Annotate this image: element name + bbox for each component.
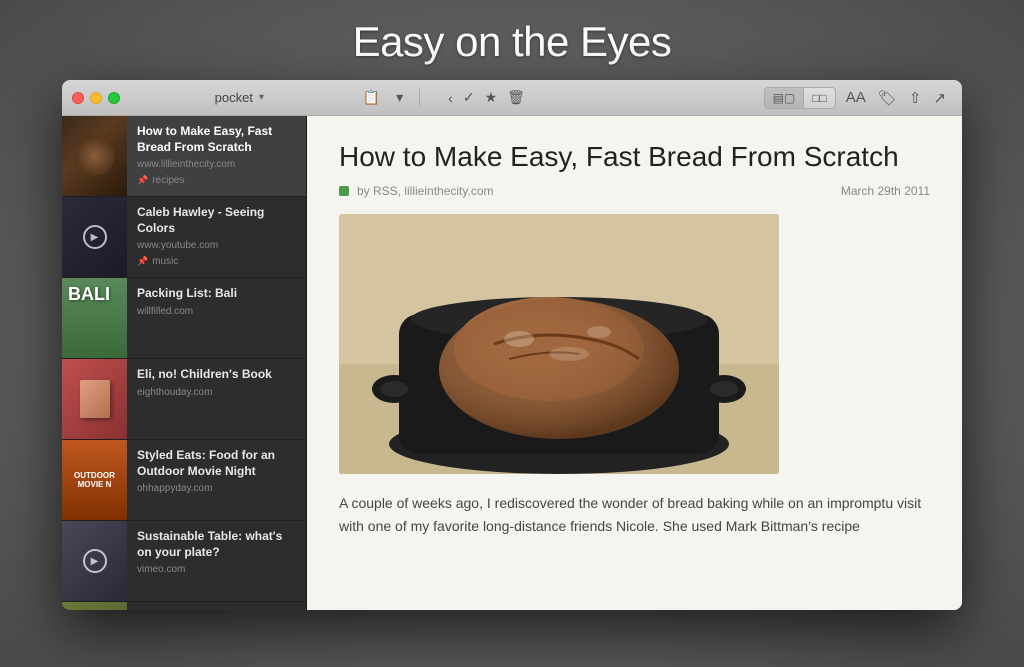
sidebar-item-url: www.youtube.com [137, 240, 296, 251]
thumb-chicken [62, 602, 127, 610]
app-name-label: pocket [215, 90, 253, 105]
title-bar-center: pocket ▾ [128, 90, 351, 105]
article-title: How to Make Easy, Fast Bread From Scratc… [339, 140, 930, 174]
app-dropdown-arrow[interactable]: ▾ [259, 92, 264, 103]
play-icon: ▶ [83, 225, 107, 249]
sidebar-item-info: Styled Eats: Food for an Outdoor Movie N… [127, 440, 306, 520]
sidebar-item-url: eighthouday.com [137, 387, 296, 398]
check-nav-btn[interactable]: ✓ [463, 89, 475, 106]
list-item[interactable]: Eli, no! Children's Book eighthouday.com [62, 359, 306, 440]
play-icon-2: ▶ [83, 549, 107, 573]
app-body: How to Make Easy, Fast Bread From Scratc… [62, 116, 962, 610]
nav-buttons: ‹ ✓ ★ 🗑 [448, 89, 525, 106]
maximize-button[interactable] [108, 92, 120, 104]
sidebar-item-tag: 📌 music [137, 256, 296, 267]
list-item[interactable]: How to Make Easy, Fast Bread From Scratc… [62, 116, 306, 197]
right-toolbar: ▤▢ □□ AA 🏷 ⇧ ↗ [764, 87, 948, 109]
traffic-lights [72, 92, 120, 104]
close-button[interactable] [72, 92, 84, 104]
bali-label: BALI [68, 284, 110, 305]
tag-icon: 📌 [137, 256, 148, 267]
sidebar-item-info: Caleb Hawley - Seeing Colors www.youtube… [127, 197, 306, 277]
list-item[interactable]: BALI Packing List: Bali willfilled.com [62, 278, 306, 359]
thumb-video2: ▶ [62, 521, 127, 601]
sidebar-item-title: Sustainable Table: what's on your plate? [137, 529, 296, 560]
minimize-button[interactable] [90, 92, 102, 104]
sidebar-item-url: ohhappyday.com [137, 483, 296, 494]
separator-1 [419, 89, 420, 107]
sidebar: How to Make Easy, Fast Bread From Scratc… [62, 116, 307, 610]
sidebar-item-title: Packing List: Bali [137, 286, 296, 302]
title-bar: pocket ▾ 📋 ▾ ‹ ✓ ★ 🗑 ▤▢ □□ AA 🏷 ⇧ ↗ [62, 80, 962, 116]
trash-nav-btn[interactable]: 🗑 [507, 89, 525, 106]
meta-indicator [339, 186, 349, 196]
view-web-btn[interactable]: □□ [804, 88, 835, 108]
sidebar-item-info: Packing List: Bali willfilled.com [127, 278, 306, 358]
article-meta: by RSS, lillieinthecity.com March 29th 2… [339, 184, 930, 198]
list-item[interactable]: The Best Roast Chicken You'll Ever Make … [62, 602, 306, 610]
back-nav-btn[interactable]: ‹ [448, 90, 453, 106]
list-item[interactable]: ▶ Caleb Hawley - Seeing Colors www.youtu… [62, 197, 306, 278]
fullscreen-btn[interactable]: ↗ [931, 87, 948, 109]
star-nav-btn[interactable]: ★ [485, 89, 498, 106]
sidebar-item-url: vimeo.com [137, 564, 296, 575]
thumb-video: ▶ [62, 197, 127, 277]
page-title: Easy on the Eyes [353, 0, 672, 80]
dropdown-icon[interactable]: ▾ [392, 87, 407, 108]
meta-by: by RSS, lillieinthecity.com [357, 184, 494, 198]
view-article-btn[interactable]: ▤▢ [765, 88, 805, 108]
tag-icon: 📌 [137, 175, 148, 186]
sidebar-item-info: Sustainable Table: what's on your plate?… [127, 521, 306, 601]
sidebar-item-tag: 📌 recipes [137, 175, 296, 186]
sidebar-item-info: Eli, no! Children's Book eighthouday.com [127, 359, 306, 439]
meta-date: March 29th 2011 [841, 184, 930, 198]
app-window: pocket ▾ 📋 ▾ ‹ ✓ ★ 🗑 ▤▢ □□ AA 🏷 ⇧ ↗ [62, 80, 962, 610]
sidebar-item-info: The Best Roast Chicken You'll Ever Make … [127, 602, 306, 610]
archive-icon[interactable]: 📋 [359, 87, 384, 108]
tag-label: music [152, 256, 178, 267]
article-image [339, 214, 779, 474]
thumb-bread [62, 116, 127, 196]
thumb-book [62, 359, 127, 439]
thumb-movie: OUTDOORMOVIE N [62, 440, 127, 520]
sidebar-item-url: www.lillieinthecity.com [137, 159, 296, 170]
list-item[interactable]: OUTDOORMOVIE N Styled Eats: Food for an … [62, 440, 306, 521]
share-btn[interactable]: ⇧ [907, 87, 924, 109]
sidebar-item-title: Styled Eats: Food for an Outdoor Movie N… [137, 448, 296, 479]
thumb-bali: BALI [62, 278, 127, 358]
tag-label: recipes [152, 175, 184, 186]
font-size-btn[interactable]: AA [844, 87, 868, 108]
sidebar-item-title: How to Make Easy, Fast Bread From Scratc… [137, 124, 296, 155]
sidebar-item-url: willfilled.com [137, 306, 296, 317]
sidebar-item-title: Eli, no! Children's Book [137, 367, 296, 383]
view-toggle: ▤▢ □□ [764, 87, 836, 109]
sidebar-item-title: Caleb Hawley - Seeing Colors [137, 205, 296, 236]
sidebar-item-info: How to Make Easy, Fast Bread From Scratc… [127, 116, 306, 196]
tags-btn[interactable]: 🏷 [876, 87, 899, 109]
article-body: A couple of weeks ago, I rediscovered th… [339, 492, 930, 540]
list-item[interactable]: ▶ Sustainable Table: what's on your plat… [62, 521, 306, 602]
article-content: How to Make Easy, Fast Bread From Scratc… [307, 116, 962, 610]
